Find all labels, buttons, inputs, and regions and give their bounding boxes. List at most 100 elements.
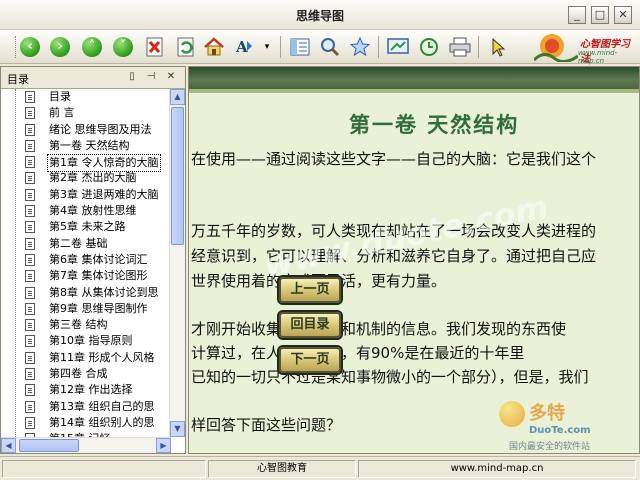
- text-line: 才刚开始收集有关结构和机制的信息。我们发现的东西使: [191, 320, 567, 338]
- document-icon: [25, 400, 35, 413]
- search-button[interactable]: [318, 35, 342, 59]
- scroll-up-icon[interactable]: ▲: [170, 89, 185, 105]
- toc-item-label: 第1章 令人惊奇的大脑: [47, 154, 161, 173]
- document-icon: [25, 270, 35, 283]
- clock-icon: [420, 38, 438, 56]
- toc-item-label: 第10章 指导原则: [49, 334, 133, 348]
- arrow-left-icon: ‹: [20, 37, 40, 57]
- stop-button[interactable]: [143, 35, 167, 59]
- toc-item-label: 第一卷 天然结构: [49, 138, 130, 152]
- status-company: 心智图教育: [208, 460, 356, 478]
- monitor-icon: [387, 38, 409, 54]
- toc-item[interactable]: 第11章 形成个人风格: [1, 350, 171, 366]
- watermark-slogan: 国内最安全的软件站: [509, 442, 591, 452]
- history-button[interactable]: [417, 35, 441, 59]
- home-icon: [204, 37, 224, 56]
- toc-item[interactable]: 第二卷 基础: [1, 236, 171, 252]
- favorites-button[interactable]: [348, 35, 372, 59]
- chevron-down-icon: ▾: [264, 42, 270, 52]
- toc-item[interactable]: 第三卷 结构: [1, 317, 171, 333]
- back-button[interactable]: ‹: [18, 35, 42, 59]
- toc-item[interactable]: 第3章 进退两难的大脑: [1, 187, 171, 203]
- scroll-right-icon[interactable]: ▶: [156, 438, 171, 453]
- toc-item[interactable]: 第9章 思维导图制作: [1, 301, 171, 317]
- toc-item-label: 第9章 思维导图制作: [49, 301, 148, 315]
- toc-item[interactable]: 第12章 作出选择: [1, 382, 171, 398]
- toc-item[interactable]: 第10章 指导原则: [1, 333, 171, 349]
- toc-item[interactable]: 第四卷 合成: [1, 366, 171, 382]
- toc-item-label: 第2章 杰出的大脑: [49, 171, 137, 185]
- forward-button[interactable]: ›: [48, 35, 72, 59]
- pane-close-button[interactable]: ✕: [164, 70, 178, 84]
- font-button[interactable]: A: [232, 35, 256, 59]
- status-panel: [2, 460, 206, 478]
- toc-item-label: 第5章 未来之路: [49, 220, 126, 234]
- home-button[interactable]: [202, 35, 226, 59]
- next-page-button[interactable]: 下一页: [279, 347, 341, 373]
- status-bar: 心智图教育 www.mind-map.cn: [0, 456, 640, 480]
- document-icon: [25, 286, 35, 299]
- maximize-button[interactable]: □: [591, 6, 609, 24]
- pin-icon[interactable]: ⊣: [144, 70, 158, 84]
- toc-item-label: 第14章 组织别人的思: [49, 415, 155, 429]
- document-icon: [25, 172, 35, 185]
- refresh-button[interactable]: [174, 35, 198, 59]
- back-to-toc-button[interactable]: 回目录: [279, 312, 341, 338]
- logo-site-text: www.mind-map.cn: [578, 49, 618, 65]
- document-icon: [25, 335, 35, 348]
- document-icon: [25, 123, 35, 136]
- toc-item[interactable]: 第4章 放射性思维: [1, 203, 171, 219]
- printer-icon: [449, 37, 471, 57]
- text-line: 计算过，在人脑信息中，有90%是在最近的十年里: [191, 344, 525, 362]
- document-icon: [25, 416, 35, 429]
- arrow-down-icon: ˅: [113, 37, 133, 57]
- scrollbar-thumb[interactable]: [171, 107, 184, 245]
- toc-item-label: 第13章 组织自己的思: [49, 399, 155, 413]
- pane-dock-button[interactable]: ▯: [125, 70, 139, 84]
- toc-item[interactable]: 绪论 思维导图及用法: [1, 122, 171, 138]
- toc-vertical-scrollbar[interactable]: ▲ ▼: [169, 89, 185, 437]
- document-icon: [25, 253, 35, 266]
- toc-item[interactable]: 目录: [1, 89, 171, 105]
- toc-item[interactable]: 第14章 组织别人的思: [1, 415, 171, 431]
- toc-item[interactable]: 第7章 集体讨论图形: [1, 268, 171, 284]
- watermark-brand: 多特: [529, 403, 565, 424]
- toc-horizontal-scrollbar[interactable]: ◀ ▶: [1, 437, 171, 453]
- document-icon: [25, 221, 35, 234]
- document-icon: [25, 302, 35, 315]
- toc-item[interactable]: 第13章 组织自己的思: [1, 399, 171, 415]
- toc-item-label: 第12章 作出选择: [49, 383, 133, 397]
- print-button[interactable]: [448, 35, 472, 59]
- toc-item[interactable]: 第2章 杰出的大脑: [1, 170, 171, 186]
- toc-item[interactable]: 前 言: [1, 105, 171, 121]
- scroll-left-icon[interactable]: ◀: [1, 438, 16, 453]
- site-watermark: 多特 DuoTe.com 国内最安全的软件站: [489, 393, 639, 453]
- toolbar-separator: [280, 36, 281, 58]
- close-button[interactable]: ✕: [614, 6, 632, 24]
- toc-item-label: 第3章 进退两难的大脑: [49, 187, 159, 201]
- toc-item[interactable]: 第6章 集体讨论词汇: [1, 252, 171, 268]
- toc-item[interactable]: 第5章 未来之路: [1, 219, 171, 235]
- prev-page-button[interactable]: 上一页: [279, 277, 341, 303]
- document-icon: [25, 351, 35, 364]
- toc-item[interactable]: 第1章 令人惊奇的大脑: [1, 154, 171, 173]
- document-icon: [25, 107, 35, 120]
- toggle-toc-button[interactable]: [288, 35, 312, 59]
- window-title: 思维导图: [295, 9, 344, 23]
- up-button[interactable]: ˄: [80, 35, 104, 59]
- toc-panel: 目录 ▯ ⊣ ✕ 目录前 言绪论 思维导图及用法 第一卷 天然结构第1章 令人惊奇…: [0, 66, 186, 454]
- scroll-down-icon[interactable]: ▼: [170, 421, 185, 437]
- document-icon: [25, 368, 35, 381]
- minimize-button[interactable]: _: [568, 6, 586, 24]
- display-settings-button[interactable]: [386, 35, 410, 59]
- text-line: 已知的一切只不过是某知事物微小的一个部分），但是，我们: [191, 368, 589, 386]
- toc-title: 目录: [7, 73, 29, 86]
- scrollbar-thumb[interactable]: [19, 439, 79, 452]
- status-url: www.mind-map.cn: [358, 460, 636, 478]
- toc-item[interactable]: 第一卷 天然结构: [1, 138, 171, 154]
- toc-item-label: 目录: [49, 90, 71, 103]
- toc-item[interactable]: 第8章 从集体讨论到思: [1, 285, 171, 301]
- select-tool-button[interactable]: [486, 35, 510, 59]
- down-button[interactable]: ˅: [111, 35, 135, 59]
- font-dropdown-button[interactable]: ▾: [260, 35, 274, 59]
